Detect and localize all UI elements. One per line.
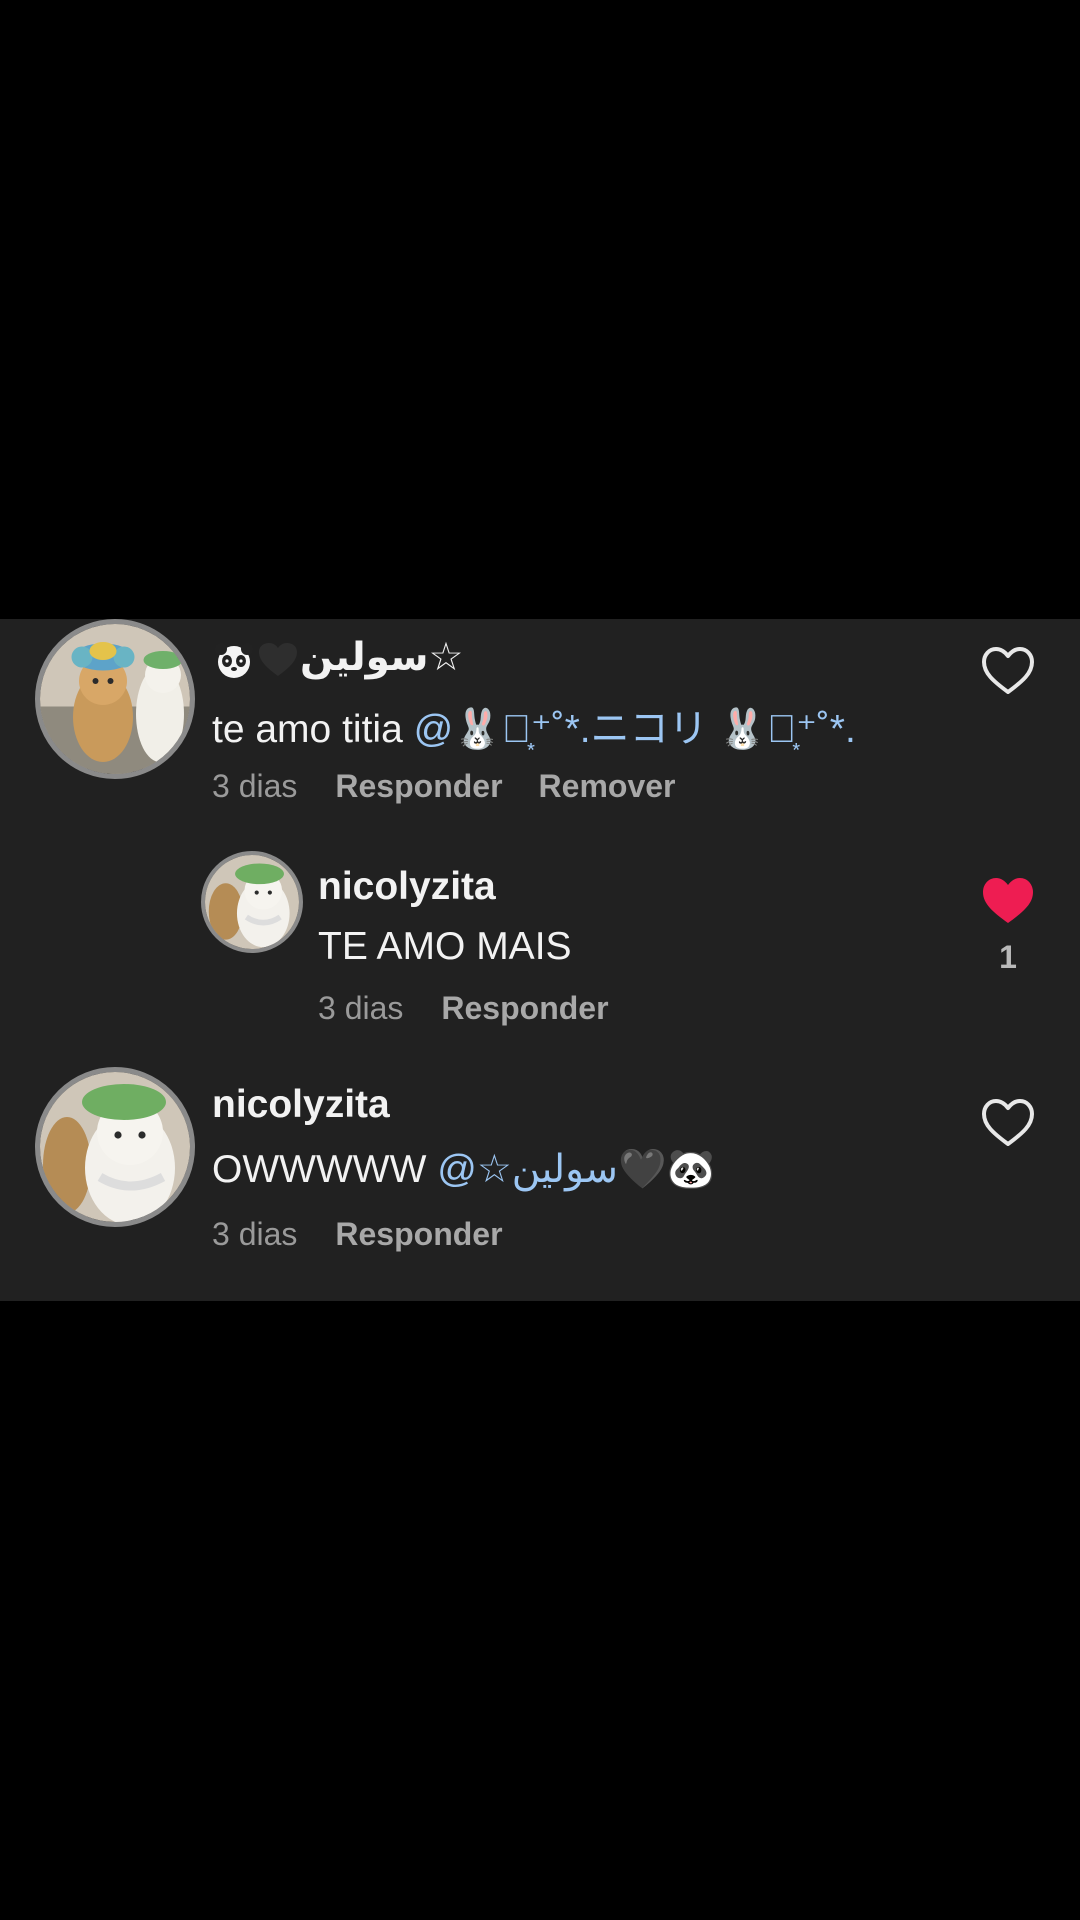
comment-text: te amo titia @🐰‧͙⁺˚*.ニコリ 🐰‧͙⁺˚*. bbox=[212, 708, 856, 751]
mention-link[interactable]: @☆سولين🖤🐼 bbox=[437, 1148, 715, 1191]
user-avatar[interactable] bbox=[35, 619, 195, 779]
comment-text: OWWWWW @☆سولين🖤🐼 bbox=[212, 1148, 716, 1191]
like-count: 1 bbox=[999, 939, 1017, 975]
black-heart-icon bbox=[256, 640, 300, 680]
heart-outline-icon bbox=[982, 1099, 1034, 1146]
user-avatar[interactable] bbox=[35, 1067, 195, 1227]
comment-time: 3 dias bbox=[212, 768, 298, 804]
reply-text: TE AMO MAIS bbox=[318, 925, 572, 968]
remove-button[interactable]: Remover bbox=[539, 768, 676, 804]
reply-button[interactable]: Responder bbox=[335, 768, 502, 804]
reply-button[interactable]: Responder bbox=[441, 990, 608, 1026]
reply-button[interactable]: Responder bbox=[335, 1216, 502, 1252]
user-avatar[interactable] bbox=[201, 851, 303, 953]
reply-time: 3 dias bbox=[318, 990, 404, 1026]
mention-link[interactable]: @🐰‧͙⁺˚*.ニコリ 🐰‧͙⁺˚*. bbox=[414, 708, 856, 751]
comment-meta: 3 dias Responder Remover bbox=[212, 768, 675, 805]
comment-username[interactable]: سولين☆ bbox=[212, 635, 463, 680]
comment-time: 3 dias bbox=[212, 1216, 298, 1252]
heart-filled-icon bbox=[983, 878, 1033, 923]
like-button[interactable] bbox=[980, 1097, 1036, 1149]
comment-meta: 3 dias Responder bbox=[212, 1216, 503, 1253]
comment-username[interactable]: nicolyzita bbox=[212, 1083, 390, 1127]
cat-avatar-icon bbox=[205, 855, 299, 949]
cat-avatar-icon bbox=[40, 1072, 190, 1222]
reply-username[interactable]: nicolyzita bbox=[318, 865, 496, 909]
reply-meta: 3 dias Responder bbox=[318, 990, 609, 1027]
heart-outline-icon bbox=[982, 647, 1034, 694]
cat-avatar-icon bbox=[40, 624, 190, 774]
comments-panel: سولين☆ te amo titia @🐰‧͙⁺˚*.ニコリ 🐰‧͙⁺˚*. … bbox=[0, 619, 1080, 1301]
panda-icon bbox=[212, 640, 256, 680]
like-button[interactable] bbox=[980, 875, 1036, 927]
like-button[interactable] bbox=[980, 645, 1036, 697]
